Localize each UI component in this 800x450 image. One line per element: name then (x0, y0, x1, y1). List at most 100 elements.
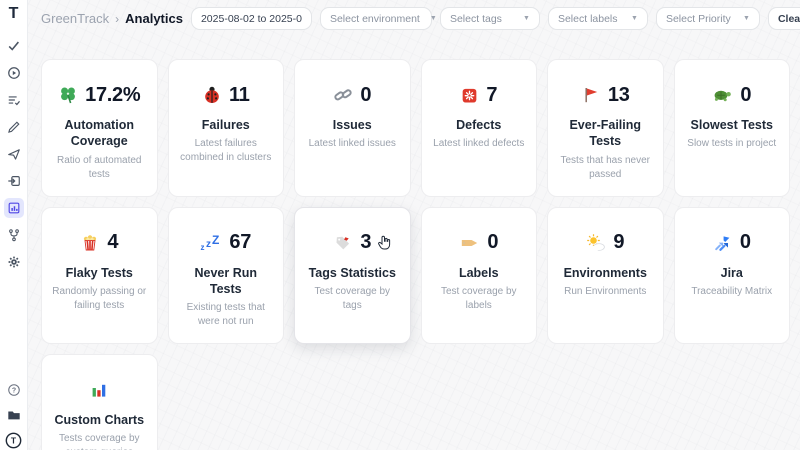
widget-card-flaky-tests[interactable]: 4Flaky TestsRandomly passing or failing … (41, 207, 158, 345)
widget-card-failures[interactable]: 11 Failures Latest failures combined in cl… (168, 59, 285, 197)
sidebar-item-analytics-chart[interactable] (4, 198, 24, 218)
widget-card-environments[interactable]: 9EnvironmentsRun Environments (547, 207, 664, 345)
card-title: Custom Charts (52, 412, 147, 428)
filter-select-tags[interactable]: Select tags▼ (440, 7, 540, 30)
breadcrumb-project[interactable]: GreenTrack (41, 11, 109, 26)
filter-selects: Select environment▼Select tags▼Select la… (320, 7, 760, 30)
widgets-grid: 17.2% Automation Coverage Ratio of automat… (29, 35, 800, 450)
chevron-down-icon: ▼ (743, 15, 750, 22)
card-value: 7 (486, 84, 497, 107)
widget-card-slowest-tests[interactable]: 0Slowest TestsSlow tests in project (674, 59, 791, 197)
clear-filters-button[interactable]: Clear (768, 7, 800, 30)
card-description: Ratio of automated tests (52, 154, 147, 182)
sidebar-item-check[interactable] (4, 36, 24, 56)
card-value: 4 (107, 231, 118, 254)
card-value: 0 (360, 84, 371, 107)
breadcrumb: GreenTrack › Analytics (41, 11, 183, 26)
widget-card-jira[interactable]: 0JiraTraceability Matrix (674, 207, 791, 345)
card-value: 11 (229, 84, 250, 107)
sidebar-item-pencil[interactable] (4, 117, 24, 137)
sidebar-item-list-check[interactable] (4, 90, 24, 110)
card-description: Tests coverage by custom queries (52, 432, 147, 450)
svg-text:z: z (201, 243, 205, 252)
filter-placeholder: Select Priority (666, 13, 731, 25)
turtle-icon (712, 85, 733, 105)
card-description: Latest linked defects (432, 137, 527, 151)
sidebar-footer-folder[interactable] (4, 405, 24, 425)
card-value: 9 (613, 231, 624, 254)
sidebar-item-import[interactable] (4, 171, 24, 191)
card-title: Never Run Tests (179, 265, 274, 298)
widget-card-labels[interactable]: 0 Labels Test coverage by labels (421, 207, 538, 345)
card-title: Issues (305, 117, 400, 133)
sidebar-item-paper-plane[interactable] (4, 144, 24, 164)
label-icon (459, 233, 480, 253)
card-description: Slow tests in project (685, 137, 780, 151)
card-title: Labels (432, 265, 527, 281)
card-value: 3 (360, 231, 371, 254)
card-title: Automation Coverage (52, 117, 147, 150)
sun-cloud-icon (586, 233, 606, 253)
breadcrumb-page: Analytics (125, 11, 183, 26)
sidebar-footer-avatar[interactable]: T (4, 430, 24, 450)
card-description: Test coverage by labels (432, 285, 527, 313)
card-value: 13 (608, 84, 630, 107)
gear-icon (7, 255, 21, 269)
date-range-picker[interactable]: 2025-08-02 to 2025-0 (191, 7, 312, 30)
card-description: Latest linked issues (305, 137, 400, 151)
ladybug-icon (202, 85, 222, 105)
chevron-down-icon: ▼ (631, 15, 638, 22)
widget-card-issues[interactable]: 0 Issues Latest linked issues (294, 59, 411, 197)
widget-card-defects[interactable]: 7 Defects Latest linked defects (421, 59, 538, 197)
play-circle-icon (7, 66, 21, 80)
sidebar-item-play-circle[interactable] (4, 63, 24, 83)
card-description: Tests that has never passed (558, 154, 653, 182)
widget-card-ever-failing-tests[interactable]: 13Ever-Failing TestsTests that has never… (547, 59, 664, 197)
sidebar-footer: ?T (4, 380, 24, 450)
widget-card-custom-charts[interactable]: Custom Charts Tests coverage by custom qu… (41, 354, 158, 450)
card-title: Flaky Tests (52, 265, 147, 281)
clover-icon (58, 85, 78, 105)
card-description: Latest failures combined in clusters (179, 137, 274, 165)
paper-plane-icon (7, 147, 21, 161)
svg-text:?: ? (11, 388, 15, 395)
pencil-icon (7, 120, 21, 134)
sidebar-footer-help[interactable]: ? (4, 380, 24, 400)
card-value: 0 (487, 231, 498, 254)
jira-icon (713, 233, 733, 253)
sidebar-item-branch[interactable] (4, 225, 24, 245)
popcorn-icon (80, 233, 100, 253)
card-description: Run Environments (558, 285, 653, 299)
card-title: Slowest Tests (685, 117, 780, 133)
widget-card-tags-statistics[interactable]: 3 Tags Statistics Test coverage by tags (294, 207, 411, 345)
main-content: GreenTrack › Analytics 2025-08-02 to 202… (29, 0, 800, 450)
filter-select-priority[interactable]: Select Priority ▼ (656, 7, 760, 30)
sidebar-item-gear[interactable] (4, 252, 24, 272)
filter-select-labels[interactable]: Select labels ▼ (548, 7, 648, 30)
analytics-dashboard: { "brand": { "logo_text": "T" }, "breadc… (0, 0, 800, 450)
svg-text:Z: Z (212, 233, 219, 247)
filter-placeholder: Select labels (558, 13, 618, 25)
card-value: 17.2% (85, 84, 140, 107)
filter-placeholder: Select environment (330, 13, 420, 25)
branch-icon (7, 228, 21, 242)
sidebar-nav (4, 36, 24, 272)
brand-logo[interactable]: T (9, 6, 19, 22)
card-description: Traceability Matrix (685, 285, 780, 299)
filter-placeholder: Select tags (450, 13, 502, 25)
widget-card-automation-coverage[interactable]: 17.2% Automation Coverage Ratio of automat… (41, 59, 158, 197)
card-value: 0 (740, 231, 751, 254)
card-title: Failures (179, 117, 274, 133)
check-icon (7, 39, 21, 53)
card-title: Tags Statistics (305, 265, 400, 281)
list-check-icon (7, 93, 21, 107)
svg-text:T: T (11, 435, 17, 445)
filter-select-environment[interactable]: Select environment▼ (320, 7, 432, 30)
analytics-chart-icon (7, 201, 21, 215)
widget-card-never-run-tests[interactable]: zzZ67Never Run TestsExisting tests that … (168, 207, 285, 345)
sidebar: T ?T (0, 0, 28, 450)
svg-text:z: z (206, 239, 211, 250)
card-title: Defects (432, 117, 527, 133)
topbar: GreenTrack › Analytics 2025-08-02 to 202… (29, 0, 800, 35)
card-description: Test coverage by tags (305, 285, 400, 313)
